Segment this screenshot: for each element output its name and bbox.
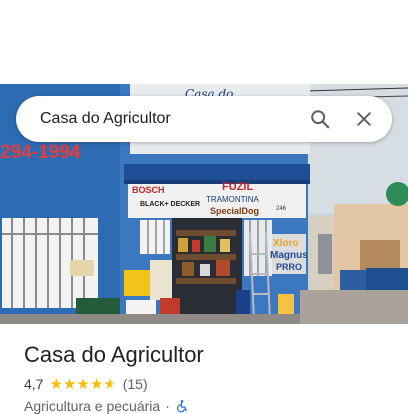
close-icon bbox=[357, 112, 371, 126]
photo-brand-bosch: BOSCH bbox=[132, 185, 165, 195]
category-row: Agricultura e pecuária · bbox=[24, 398, 189, 414]
search-input[interactable]: Casa do Agricultor bbox=[16, 110, 300, 128]
place-title: Casa do Agricultor bbox=[24, 342, 204, 367]
star-icon: ★ bbox=[49, 374, 63, 393]
star-icon: ★ bbox=[76, 374, 90, 393]
place-category: Agricultura e pecuária bbox=[24, 398, 161, 414]
star-rating: ★ ★ ★ ★ ★ bbox=[49, 374, 117, 393]
star-icon: ★ bbox=[89, 374, 104, 393]
search-button[interactable] bbox=[300, 99, 340, 139]
rating-row[interactable]: 4,7 ★ ★ ★ ★ ★ (15) bbox=[24, 376, 148, 392]
photo-brand-fuzil: FUZIL bbox=[222, 181, 253, 193]
search-icon bbox=[311, 110, 330, 129]
star-icon: ★ bbox=[62, 374, 77, 393]
photo-brand-magnus: Magnus bbox=[270, 250, 308, 261]
search-bar[interactable]: Casa do Agricultor bbox=[16, 96, 392, 142]
photo-phone-text: 294-1994 bbox=[0, 142, 81, 163]
clear-search-button[interactable] bbox=[344, 99, 384, 139]
review-count[interactable]: (15) bbox=[123, 376, 148, 392]
rating-value: 4,7 bbox=[24, 376, 44, 392]
place-info-panel[interactable]: Casa do Agricultor 4,7 ★ ★ ★ ★ ★ (15) Ag… bbox=[0, 324, 408, 414]
photo-small-number: 246 bbox=[276, 206, 287, 212]
separator-dot: · bbox=[165, 398, 170, 414]
photo-brand-tramontina: TRAMONTINA bbox=[206, 195, 260, 204]
photo-brand-prro: PRRO bbox=[276, 262, 302, 272]
map-top-area bbox=[0, 0, 408, 84]
photo-brand-bd: BLACK+ DECKER bbox=[140, 201, 200, 208]
photo-brand-specialdog: SpecialDog bbox=[210, 206, 259, 216]
photo-brand-xloro: Xloro bbox=[273, 238, 299, 249]
wheelchair-icon bbox=[176, 400, 187, 413]
star-half-icon: ★ bbox=[103, 374, 117, 393]
